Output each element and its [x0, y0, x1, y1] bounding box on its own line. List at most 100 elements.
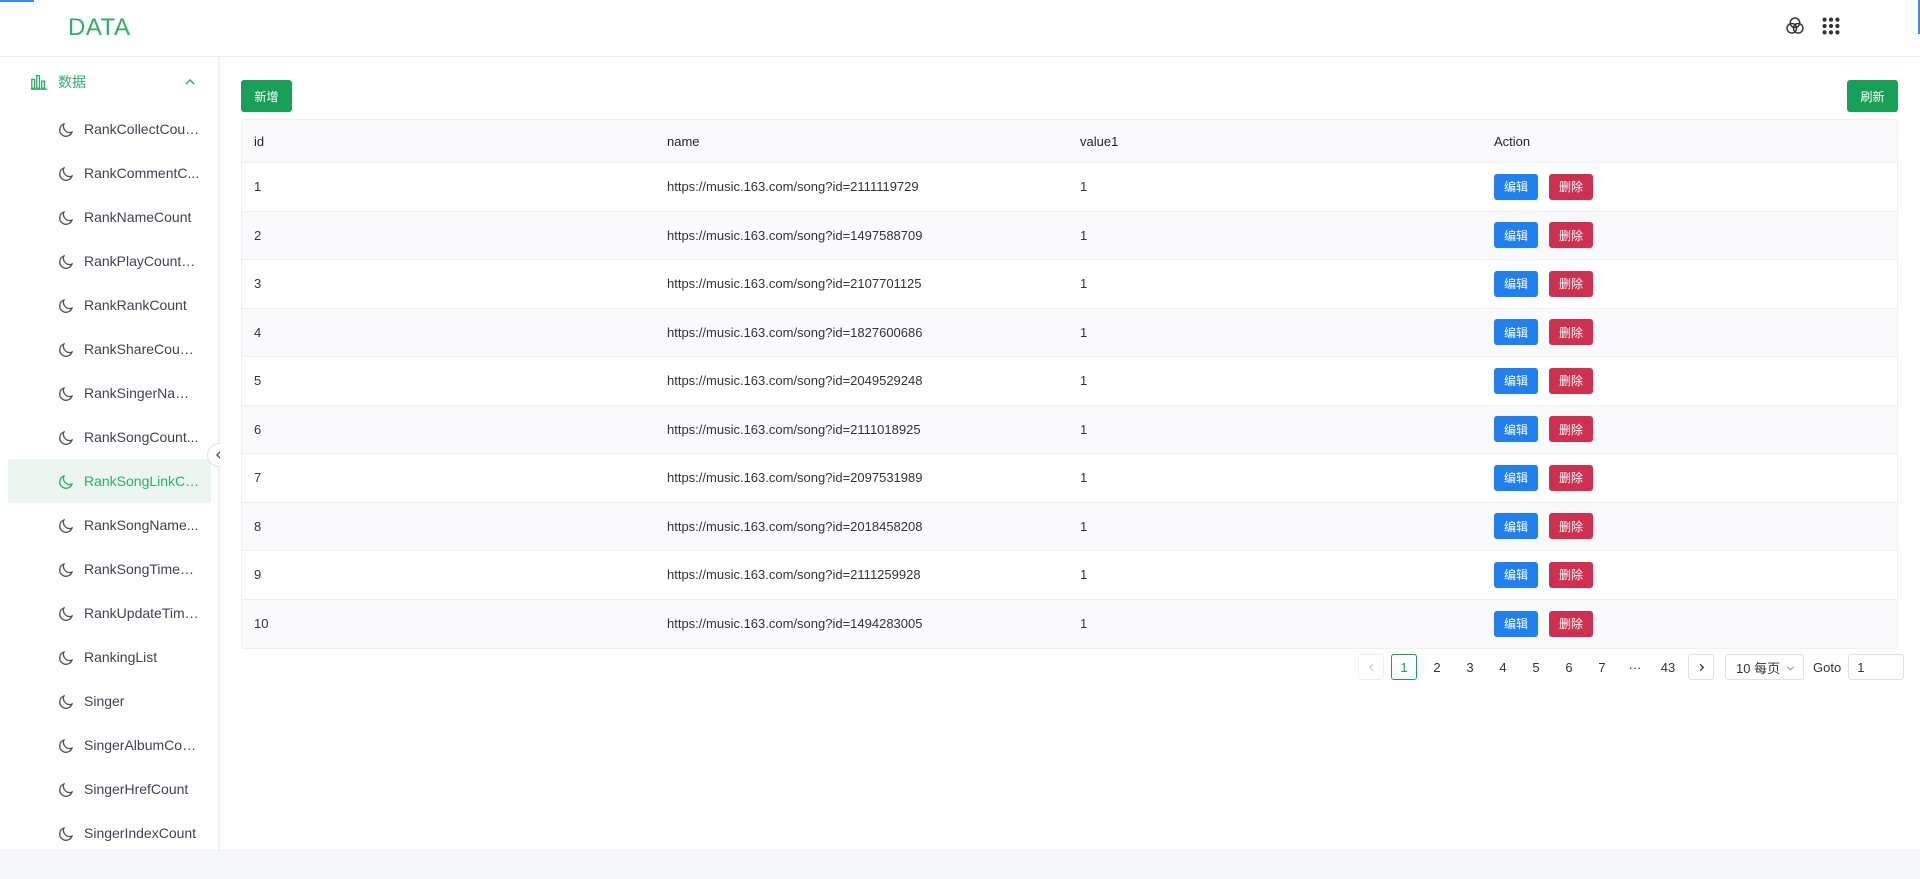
sidebar-group-data[interactable]: 数据: [0, 57, 218, 107]
table-row: 10 https://music.163.com/song?id=14942830…: [242, 599, 1897, 648]
table-row: 8 https://music.163.com/song?id=201845820…: [242, 502, 1897, 551]
cell-id: 4: [254, 324, 262, 340]
sidebar-item[interactable]: RankCommentC...: [0, 151, 218, 195]
delete-button[interactable]: 删除: [1549, 561, 1593, 588]
edit-button[interactable]: 编辑: [1494, 561, 1538, 588]
page-button[interactable]: 4: [1490, 654, 1516, 680]
moon-icon: [59, 826, 74, 841]
moon-icon: [59, 474, 74, 489]
page-size-select[interactable]: 10 每页: [1725, 654, 1804, 680]
sidebar-item[interactable]: SingerHrefCount: [0, 767, 218, 811]
moon-icon: [59, 342, 74, 357]
sidebar-item[interactable]: RankPlayCountC...: [0, 239, 218, 283]
table-row: 3 https://music.163.com/song?id=210770112…: [242, 260, 1897, 309]
chevron-up-icon[interactable]: [184, 76, 196, 88]
page-button[interactable]: 2: [1424, 654, 1450, 680]
add-button[interactable]: 新增: [241, 80, 292, 112]
prev-page-button[interactable]: [1358, 654, 1384, 680]
cell-id: 2: [254, 227, 262, 243]
column-header-name[interactable]: name: [655, 134, 1068, 149]
sidebar-item[interactable]: Singer: [0, 679, 218, 723]
moon-icon: [59, 298, 74, 313]
sidebar-item[interactable]: RankNameCount: [0, 195, 218, 239]
page-button[interactable]: 7: [1589, 654, 1615, 680]
table-row: 9 https://music.163.com/song?id=211125992…: [242, 551, 1897, 600]
sidebar-item-label: RankSongCount...: [84, 429, 199, 445]
sidebar-item-label: RankSingerName...: [84, 385, 200, 401]
cell-value1: 1: [1080, 276, 1088, 292]
goto-input[interactable]: [1848, 654, 1905, 680]
page-size-value: 10 每页: [1736, 660, 1781, 676]
sidebar-item[interactable]: RankingList: [0, 635, 218, 679]
cell-action: 编辑 删除: [1482, 513, 1897, 540]
sidebar-item-label: RankCommentC...: [84, 165, 200, 181]
moon-icon: [59, 562, 74, 577]
sidebar-group-label: 数据: [58, 74, 86, 90]
color-filter-icon[interactable]: [1784, 15, 1806, 37]
sidebar-item[interactable]: RankRankCount: [0, 283, 218, 327]
sidebar-item[interactable]: RankSingerName...: [0, 371, 218, 415]
moon-icon: [59, 122, 74, 137]
edit-button[interactable]: 编辑: [1494, 367, 1538, 394]
cell-action: 编辑 删除: [1482, 367, 1897, 394]
edit-button[interactable]: 编辑: [1494, 319, 1538, 346]
sidebar-item[interactable]: SingerIndexCount: [0, 811, 218, 850]
edit-button[interactable]: 编辑: [1494, 416, 1538, 443]
cell-value1: 1: [1080, 518, 1088, 534]
delete-button[interactable]: 删除: [1549, 367, 1593, 394]
edit-button[interactable]: 编辑: [1494, 270, 1538, 297]
data-table: id name value1 Action 1 https://music.163…: [241, 119, 1898, 649]
sidebar-item[interactable]: SingerAlbumCount: [0, 723, 218, 767]
delete-button[interactable]: 删除: [1549, 173, 1593, 200]
brand-logo[interactable]: DATA: [68, 14, 130, 42]
edit-button[interactable]: 编辑: [1494, 464, 1538, 491]
page-button[interactable]: 3: [1457, 654, 1483, 680]
cell-name: https://music.163.com/song?id=1494283005: [667, 616, 923, 632]
page-button[interactable]: 6: [1556, 654, 1582, 680]
column-header-value1[interactable]: value1: [1068, 134, 1482, 149]
sidebar-item-label: RankShareCount...: [84, 341, 200, 357]
sidebar-item[interactable]: RankCollectCoun...: [0, 107, 218, 151]
cell-id: 3: [254, 276, 262, 292]
delete-button[interactable]: 删除: [1549, 610, 1593, 637]
sidebar-item[interactable]: RankSongTimeC...: [0, 547, 218, 591]
edit-button[interactable]: 编辑: [1494, 610, 1538, 637]
cell-name: https://music.163.com/song?id=2107701125: [667, 276, 922, 292]
page-button[interactable]: 43: [1655, 654, 1681, 680]
edit-button[interactable]: 编辑: [1494, 513, 1538, 540]
edit-button[interactable]: 编辑: [1494, 222, 1538, 249]
next-page-button[interactable]: [1688, 654, 1714, 680]
cell-value1: 1: [1080, 567, 1088, 583]
cell-action: 编辑 删除: [1482, 319, 1897, 346]
sidebar-item[interactable]: RankSongCount...: [0, 415, 218, 459]
apps-grid-icon[interactable]: [1820, 15, 1842, 37]
sidebar-item[interactable]: RankUpdateTime...: [0, 591, 218, 635]
page-button[interactable]: 1: [1391, 654, 1417, 680]
table-row: 7 https://music.163.com/song?id=209753198…: [242, 454, 1897, 503]
refresh-button[interactable]: 刷新: [1847, 80, 1898, 112]
column-header-id[interactable]: id: [242, 134, 655, 149]
cell-id: 1: [254, 179, 262, 195]
cell-value1: 1: [1080, 373, 1088, 389]
table-row: 5 https://music.163.com/song?id=204952924…: [242, 357, 1897, 406]
delete-button[interactable]: 删除: [1549, 319, 1593, 346]
delete-button[interactable]: 删除: [1549, 464, 1593, 491]
sidebar-item-label: SingerIndexCount: [84, 825, 197, 841]
sidebar-item-label: RankNameCount: [84, 209, 192, 225]
delete-button[interactable]: 删除: [1549, 416, 1593, 443]
delete-button[interactable]: 删除: [1549, 270, 1593, 297]
edit-button[interactable]: 编辑: [1494, 173, 1538, 200]
table-row: 6 https://music.163.com/song?id=211101892…: [242, 405, 1897, 454]
page-ellipsis[interactable]: ···: [1622, 654, 1648, 680]
page-button[interactable]: 5: [1523, 654, 1549, 680]
cell-id: 8: [254, 518, 262, 534]
moon-icon: [59, 386, 74, 401]
chevron-left-icon: [1368, 663, 1373, 671]
delete-button[interactable]: 删除: [1549, 222, 1593, 249]
sidebar-item[interactable]: RankSongName...: [0, 503, 218, 547]
delete-button[interactable]: 删除: [1549, 513, 1593, 540]
table-row: 1 https://music.163.com/song?id=211111972…: [242, 163, 1897, 212]
sidebar-item[interactable]: RankShareCount...: [0, 327, 218, 371]
moon-icon: [59, 782, 74, 797]
sidebar-item[interactable]: RankSongLinkCo...: [8, 459, 211, 503]
